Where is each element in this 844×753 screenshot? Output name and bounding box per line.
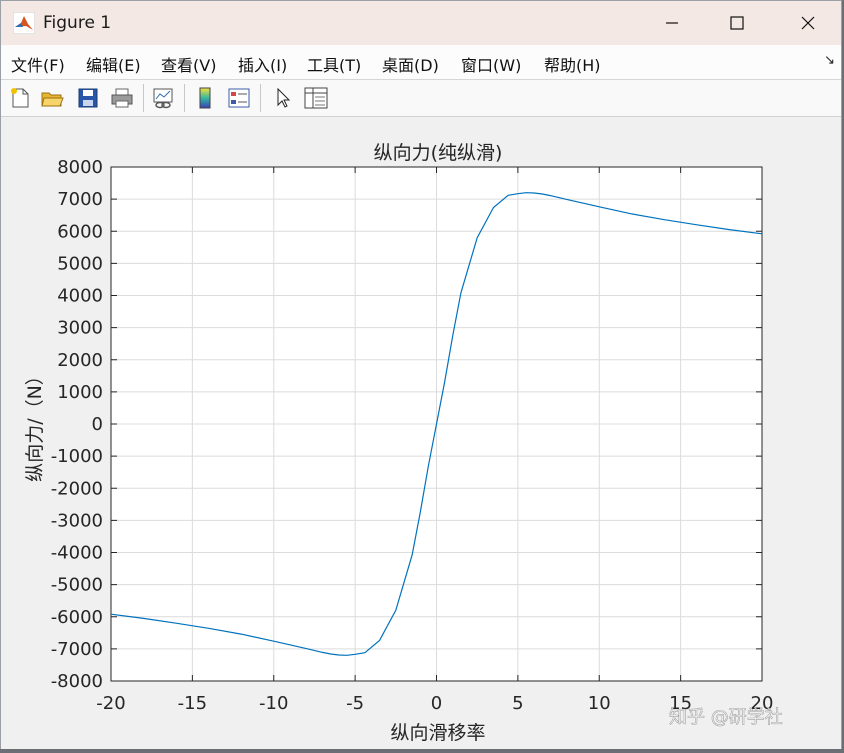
chart-title: 纵向力(纯纵滑) bbox=[374, 142, 503, 164]
menu-edit[interactable]: 编辑(E) bbox=[86, 52, 141, 76]
close-button[interactable] bbox=[785, 1, 831, 45]
link-plot-icon bbox=[153, 88, 173, 109]
y-tick-label: -8000 bbox=[51, 671, 103, 692]
save-icon bbox=[78, 88, 98, 108]
y-tick-label: 4000 bbox=[57, 286, 103, 307]
figure-canvas[interactable]: -20 -15 -10 -5 0 5 10 15 20 -8000 -7000 -6000 -5000-… bbox=[1, 117, 841, 749]
toolbar-separator bbox=[184, 84, 185, 112]
print-icon bbox=[111, 88, 133, 108]
x-tick-label: 10 bbox=[588, 693, 611, 714]
new-figure-icon bbox=[11, 88, 29, 108]
watermark: 知乎 @研学社 bbox=[669, 707, 783, 728]
maximize-button[interactable] bbox=[714, 1, 760, 45]
new-figure-button[interactable] bbox=[6, 84, 34, 112]
y-tick-label: -5000 bbox=[51, 575, 103, 596]
longitudinal-force-plot[interactable]: -20 -15 -10 -5 0 5 10 15 20-8000-7000-6000-5000-… bbox=[1, 117, 841, 749]
x-tick-label: 5 bbox=[512, 693, 523, 714]
save-button[interactable] bbox=[74, 84, 102, 112]
dock-arrow-icon[interactable]: ↘ bbox=[824, 53, 835, 68]
pointer-button[interactable] bbox=[269, 84, 297, 112]
y-tick-label: 1000 bbox=[57, 382, 103, 403]
y-tick-label: 0 bbox=[92, 414, 103, 435]
print-button[interactable] bbox=[108, 84, 136, 112]
window-title: Figure 1 bbox=[43, 13, 112, 33]
menu-file[interactable]: 文件(F) bbox=[11, 52, 65, 76]
property-inspector-icon bbox=[304, 87, 328, 109]
y-tick-label: 5000 bbox=[57, 253, 103, 274]
legend-button[interactable] bbox=[225, 84, 253, 112]
open-file-icon bbox=[41, 92, 64, 107]
y-tick-label: -2000 bbox=[51, 478, 103, 499]
y-tick-label: -1000 bbox=[51, 446, 103, 467]
x-axis-label: 纵向滑移率 bbox=[390, 722, 485, 744]
title-bar[interactable]: Figure 1 bbox=[1, 1, 841, 45]
menu-insert[interactable]: 插入(I) bbox=[238, 52, 287, 76]
colorbar-icon bbox=[199, 87, 211, 109]
pointer-icon bbox=[277, 87, 291, 108]
x-tick-label: -10 bbox=[259, 693, 288, 714]
x-tick-label: -20 bbox=[96, 693, 125, 714]
menu-bar: 文件(F) 编辑(E) 查看(V) 插入(I) 工具(T) 桌面(D) 窗口(W… bbox=[1, 45, 841, 80]
y-tick-label: -3000 bbox=[51, 510, 103, 531]
y-tick-label: 8000 bbox=[57, 157, 103, 178]
link-plot-button[interactable] bbox=[149, 84, 177, 112]
legend-icon bbox=[228, 88, 250, 108]
y-tick-label: 7000 bbox=[57, 189, 103, 210]
toolbar-separator bbox=[143, 84, 144, 112]
x-tick-label: -5 bbox=[346, 693, 364, 714]
figure-window: Figure 1 文件(F) 编辑(E) 查看(V) 插入(I) 工具(T) 桌… bbox=[0, 0, 842, 749]
y-tick-label: -6000 bbox=[51, 607, 103, 628]
y-tick-label: -4000 bbox=[51, 543, 103, 564]
x-tick-label: -15 bbox=[178, 693, 207, 714]
open-file-button[interactable] bbox=[38, 84, 66, 112]
menu-desktop[interactable]: 桌面(D) bbox=[382, 52, 439, 76]
y-axis-label: 纵向力/（N） bbox=[24, 366, 46, 482]
menu-tools[interactable]: 工具(T) bbox=[307, 52, 361, 76]
x-tick-label: 0 bbox=[431, 693, 442, 714]
colorbar-button[interactable] bbox=[191, 84, 219, 112]
minimize-icon bbox=[666, 22, 678, 24]
close-icon bbox=[801, 16, 815, 30]
toolbar bbox=[1, 80, 841, 117]
property-inspector-button[interactable] bbox=[302, 84, 330, 112]
y-tick-label: -7000 bbox=[51, 639, 103, 660]
toolbar-separator bbox=[260, 84, 261, 112]
y-tick-label: 2000 bbox=[57, 350, 103, 371]
menu-window[interactable]: 窗口(W) bbox=[461, 52, 521, 76]
menu-view[interactable]: 查看(V) bbox=[161, 52, 216, 76]
matlab-logo-icon bbox=[13, 12, 35, 34]
y-tick-label: 6000 bbox=[57, 221, 103, 242]
y-tick-label: 3000 bbox=[57, 318, 103, 339]
menu-help[interactable]: 帮助(H) bbox=[544, 52, 601, 76]
minimize-button[interactable] bbox=[649, 1, 695, 45]
maximize-icon bbox=[730, 16, 744, 30]
